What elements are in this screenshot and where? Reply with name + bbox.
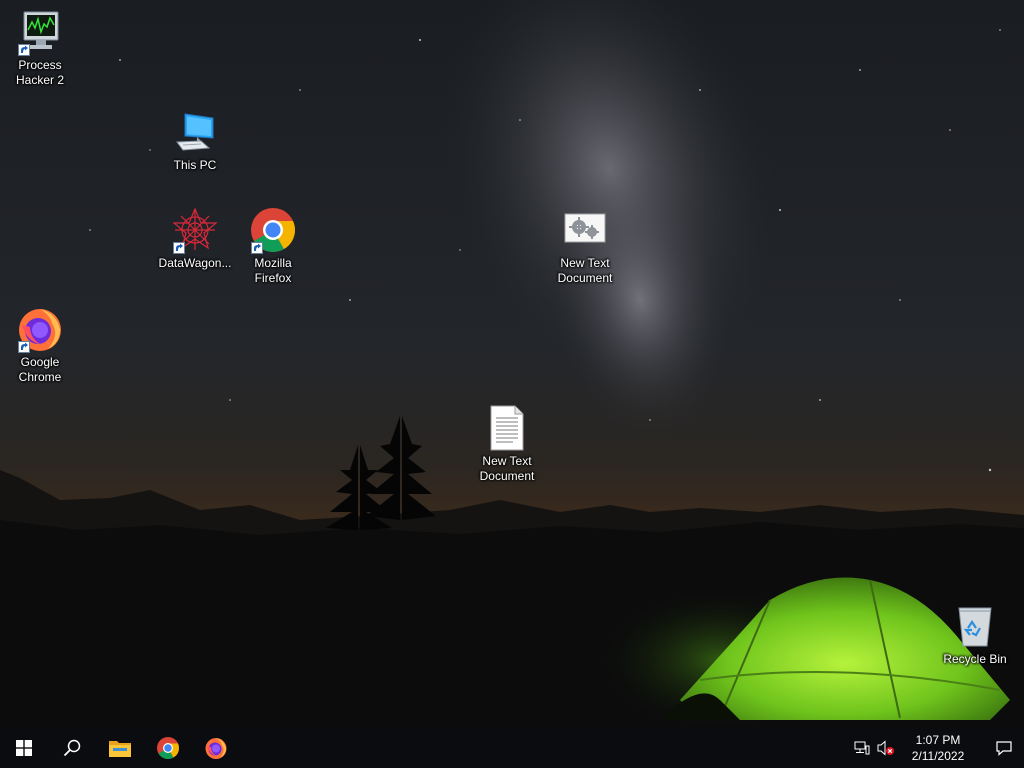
system-tray: 1:07 PM 2/11/2022 bbox=[850, 728, 1024, 768]
clock-time: 1:07 PM bbox=[915, 733, 961, 747]
shortcut-arrow-icon bbox=[18, 341, 30, 353]
taskbar-firefox-button[interactable] bbox=[192, 728, 240, 768]
datawagon-icon bbox=[171, 206, 219, 254]
desktop-icon-mozilla-firefox[interactable]: Mozilla Firefox bbox=[233, 206, 313, 286]
action-center-button[interactable] bbox=[984, 728, 1024, 768]
computer-icon bbox=[171, 108, 219, 156]
desktop-icon-datawagon[interactable]: DataWagon... bbox=[155, 206, 235, 271]
desktop-icon-label: Process Hacker 2 bbox=[15, 58, 65, 87]
desktop-icon-label: New Text Document bbox=[557, 256, 613, 285]
start-icon bbox=[16, 740, 32, 756]
text-file-icon bbox=[483, 404, 531, 452]
desktop-icon-process-hacker[interactable]: Process Hacker 2 bbox=[0, 8, 80, 88]
taskbar: 1:07 PM 2/11/2022 bbox=[0, 728, 1024, 768]
desktop-icon-this-pc[interactable]: This PC bbox=[155, 108, 235, 173]
shortcut-arrow-icon bbox=[251, 242, 263, 254]
volume-muted-icon bbox=[877, 740, 894, 756]
gears-file-icon bbox=[561, 206, 609, 254]
desktop-icon-new-text-document-1[interactable]: New Text Document bbox=[545, 206, 625, 286]
desktop-icon-label: Recycle Bin bbox=[943, 652, 1007, 666]
chrome-icon bbox=[157, 737, 179, 759]
desktop-icon-new-text-document-2[interactable]: New Text Document bbox=[467, 404, 547, 484]
start-button[interactable] bbox=[0, 728, 48, 768]
firefox-icon bbox=[205, 738, 227, 759]
desktop-wallpaper bbox=[0, 0, 1024, 768]
network-icon bbox=[854, 741, 870, 755]
shortcut-arrow-icon bbox=[18, 44, 30, 56]
recycle-bin-icon bbox=[951, 602, 999, 650]
search-icon bbox=[63, 739, 81, 757]
desktop-icon-label: DataWagon... bbox=[158, 256, 232, 270]
search-button[interactable] bbox=[48, 728, 96, 768]
monitor-chart-icon bbox=[16, 8, 64, 56]
network-button[interactable] bbox=[850, 728, 874, 768]
clock-date: 2/11/2022 bbox=[911, 749, 965, 763]
volume-button[interactable] bbox=[874, 728, 898, 768]
desktop-icon-google-chrome[interactable]: Google Chrome bbox=[0, 305, 80, 385]
taskbar-chrome-button[interactable] bbox=[144, 728, 192, 768]
chrome-icon bbox=[249, 206, 297, 254]
firefox-icon bbox=[16, 305, 64, 353]
taskbar-file-explorer-button[interactable] bbox=[96, 728, 144, 768]
desktop-icon-recycle-bin[interactable]: Recycle Bin bbox=[935, 602, 1015, 667]
desktop-icon-label: Google Chrome bbox=[18, 355, 62, 384]
notification-icon bbox=[996, 741, 1012, 756]
file-explorer-icon bbox=[109, 741, 131, 757]
desktop-icon-label: New Text Document bbox=[479, 454, 535, 483]
desktop-icon-label: This PC bbox=[173, 158, 217, 172]
desktop-icon-label: Mozilla Firefox bbox=[254, 256, 292, 285]
shortcut-arrow-icon bbox=[173, 242, 185, 254]
taskbar-clock[interactable]: 1:07 PM 2/11/2022 bbox=[898, 732, 978, 764]
